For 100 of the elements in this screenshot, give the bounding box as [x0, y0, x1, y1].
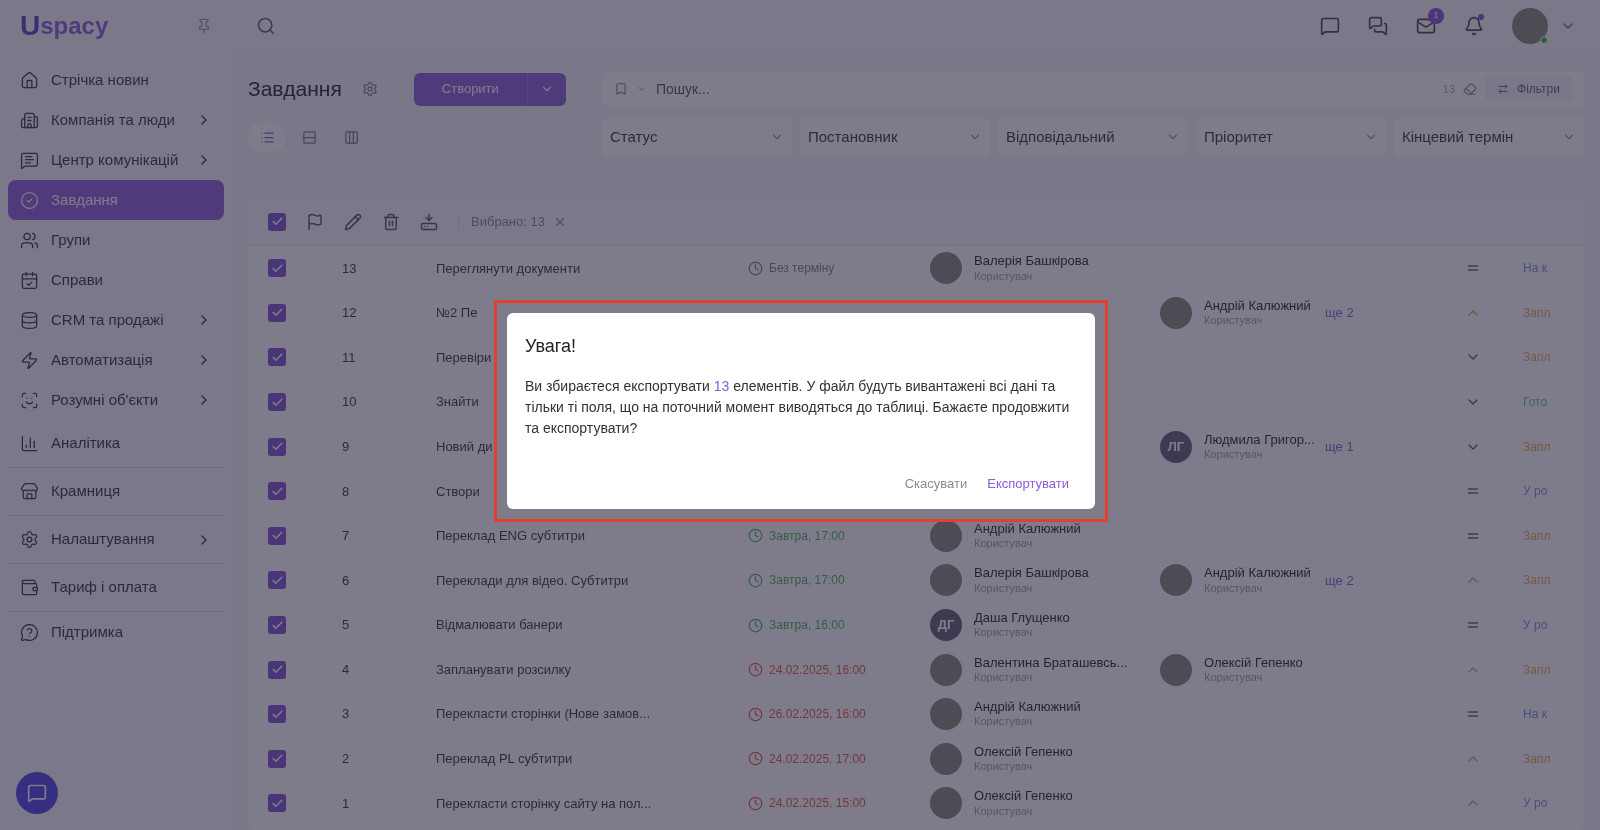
person-name[interactable]: Валентина Браташевсь...	[974, 654, 1128, 671]
checkbox[interactable]	[268, 393, 286, 412]
checkbox[interactable]	[268, 259, 286, 278]
checkbox[interactable]	[268, 437, 286, 456]
bell-icon[interactable]	[1464, 16, 1484, 36]
person-name[interactable]: Валерія Башкірова	[974, 565, 1089, 582]
person-name[interactable]: Андрій Калюжний	[974, 699, 1081, 716]
person-name[interactable]: Валерія Башкірова	[974, 253, 1089, 270]
filter-dropdown[interactable]: Пріоритет	[1196, 118, 1386, 156]
bookmark-icon[interactable]	[614, 82, 628, 96]
more-link[interactable]: ще 1	[1325, 438, 1354, 454]
sidebar-item[interactable]: Автоматизація	[8, 340, 224, 380]
chat-widget-button[interactable]	[16, 772, 58, 814]
more-link[interactable]: ще 2	[1325, 305, 1354, 321]
export-icon[interactable]	[420, 212, 438, 231]
messages-icon[interactable]	[1368, 16, 1388, 36]
logo-text[interactable]: spacy	[40, 14, 109, 38]
checkbox[interactable]	[268, 749, 286, 768]
filter-dropdown[interactable]: Відповідальний	[998, 118, 1188, 156]
checkbox[interactable]	[268, 616, 286, 635]
database-icon	[20, 310, 39, 330]
avatar	[1160, 653, 1192, 686]
avatar	[930, 252, 962, 285]
sidebar-item[interactable]: Крамниця	[8, 468, 224, 516]
checkbox[interactable]	[268, 705, 286, 724]
avatar-initials: ЛГ	[1160, 430, 1192, 463]
checkbox[interactable]	[268, 526, 286, 545]
due-date: Завтра, 17:00	[748, 526, 930, 545]
sidebar-item[interactable]: Розумні об'єкти	[8, 380, 224, 420]
person-name[interactable]: Андрій Калюжний	[974, 520, 1081, 538]
task-title[interactable]: Переглянути документи	[436, 258, 748, 279]
chart-icon	[20, 434, 39, 453]
checkbox[interactable]	[268, 794, 286, 813]
person-name[interactable]: Олексій Гепенко	[974, 788, 1073, 805]
sidebar-item[interactable]: Аналітика	[8, 420, 224, 468]
settings-icon	[20, 530, 39, 549]
sidebar-item[interactable]: Тариф і оплата	[8, 564, 224, 612]
checkbox[interactable]	[268, 660, 286, 679]
checkbox[interactable]	[268, 482, 286, 501]
sidebar-item[interactable]: Центр комунікацій	[8, 140, 224, 180]
table-cell-text: 11	[341, 348, 357, 367]
task-title[interactable]: Переклади для відео. Субтитри	[436, 570, 748, 591]
checkbox[interactable]	[268, 571, 286, 590]
more-link[interactable]: ще 2	[1325, 572, 1354, 588]
due-date: 24.02.2025, 15:00	[748, 794, 930, 813]
export-button[interactable]: Експортувати	[987, 473, 1069, 493]
sidebar-item[interactable]: Підтримка	[8, 612, 224, 652]
pencil-icon[interactable]	[344, 212, 362, 231]
chat-icon	[20, 150, 39, 170]
create-button[interactable]: Створити	[413, 72, 566, 106]
sidebar-item[interactable]: Налаштування	[8, 516, 224, 564]
task-title[interactable]: Перекласти сторінки (Нове замов...	[436, 704, 748, 724]
task-title[interactable]: Запланувати розсилку	[436, 659, 748, 680]
filter-dropdown[interactable]: Постановник	[800, 118, 990, 156]
sidebar-item[interactable]: Компанія та люди	[8, 100, 224, 140]
list-icon	[259, 129, 275, 145]
message-icon[interactable]	[1320, 16, 1340, 36]
trash-icon[interactable]	[382, 212, 400, 231]
status-label: Запл	[1523, 438, 1551, 456]
person-name[interactable]: Даша Глущенко	[974, 610, 1070, 627]
mail-icon[interactable]	[1416, 16, 1436, 36]
check-circle-icon	[20, 190, 39, 210]
flag-icon[interactable]	[306, 212, 324, 231]
calendar-icon	[20, 270, 39, 290]
checkbox[interactable]	[268, 212, 286, 231]
filter-dropdown[interactable]: Кінцевий термін	[1394, 118, 1584, 156]
view-toggle[interactable]	[248, 122, 286, 152]
sidebar-item[interactable]: Справи	[8, 260, 224, 300]
checkbox[interactable]	[268, 303, 286, 322]
filter-dropdown[interactable]: Статус	[602, 118, 792, 156]
sidebar-item[interactable]: CRM та продажі	[8, 300, 224, 340]
person-name[interactable]: Олексій Гепенко	[974, 743, 1073, 761]
clock-icon	[748, 617, 763, 633]
cancel-button[interactable]: Скасувати	[904, 473, 968, 493]
user-avatar[interactable]	[1512, 8, 1548, 44]
person-name[interactable]: Олексій Гепенко	[1204, 654, 1303, 671]
sidebar-item[interactable]: Стрічка новин	[8, 60, 224, 100]
person-name[interactable]: Андрій Калюжний	[1204, 565, 1311, 582]
clock-icon	[748, 528, 763, 544]
settings-icon[interactable]	[361, 81, 378, 97]
search-icon[interactable]	[256, 16, 276, 36]
sidebar-item[interactable]: Групи	[8, 220, 224, 260]
home-icon	[20, 70, 39, 90]
avatar	[930, 787, 962, 820]
task-title[interactable]: Перекласти сторінку сайту на пол...	[436, 793, 748, 814]
task-title[interactable]: Відмалювати банери	[436, 615, 748, 635]
logo-mark[interactable]: U	[20, 12, 41, 40]
status-label: На к	[1523, 706, 1547, 724]
table-cell-text: 9	[341, 437, 351, 456]
pin-icon[interactable]	[196, 18, 212, 34]
person-name[interactable]: Людмила Григор...	[1204, 431, 1315, 448]
task-title[interactable]: Переклад PL субтитри	[436, 749, 748, 769]
checkbox[interactable]	[268, 348, 286, 367]
sidebar-item[interactable]: Завдання	[8, 180, 224, 220]
table-cell-text: 1	[341, 794, 351, 813]
due-date: 24.02.2025, 16:00	[748, 660, 930, 679]
eraser-icon[interactable]	[1463, 82, 1477, 96]
person-name[interactable]: Андрій Калюжний	[1204, 297, 1311, 315]
task-title[interactable]: Переклад ENG субтитри	[436, 526, 748, 546]
filters-button[interactable]: Фільтри	[1485, 76, 1572, 102]
